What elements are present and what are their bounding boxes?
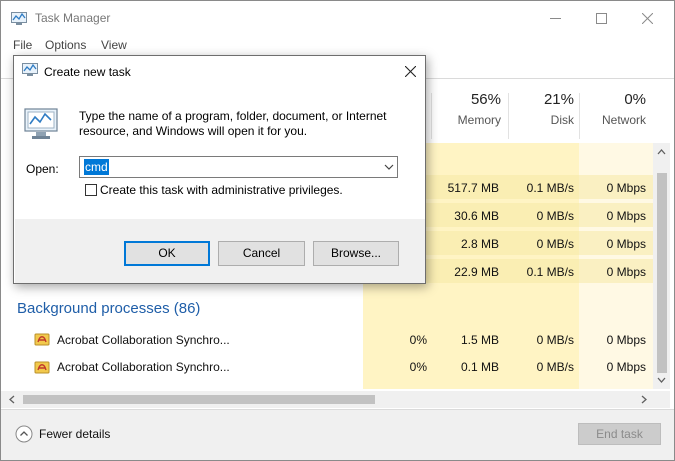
memory-cell: 517.7 MB [447, 181, 499, 195]
maximize-button[interactable] [578, 1, 624, 35]
memory-cell: 22.9 MB [454, 265, 499, 279]
cpu-cell: 0% [409, 360, 427, 374]
disk-percent: 21% [543, 91, 574, 108]
disk-cell: 0 MB/s [536, 237, 574, 251]
process-name[interactable]: Acrobat Collaboration Synchro... [57, 360, 230, 374]
footer: Fewer details End task [1, 409, 674, 460]
memory-label: Memory [457, 113, 501, 127]
close-icon [641, 12, 653, 24]
dialog-title: Create new task [44, 65, 131, 79]
run-icon [22, 63, 38, 81]
menu-bar: File Options View [1, 35, 674, 55]
window-title: Task Manager [35, 11, 111, 25]
disk-cell: 0 MB/s [536, 360, 574, 374]
task-manager-large-icon [24, 108, 58, 143]
close-icon [404, 65, 416, 77]
network-cell: 0 Mbps [606, 209, 646, 223]
acrobat-icon [34, 359, 50, 378]
admin-privileges-checkbox[interactable] [85, 184, 97, 196]
network-cell: 0 Mbps [606, 333, 646, 347]
dialog-description: Type the name of a program, folder, docu… [79, 109, 387, 138]
memory-cell: 30.6 MB [454, 209, 499, 223]
scroll-down-icon[interactable] [653, 373, 670, 387]
network-cell: 0 Mbps [606, 237, 646, 251]
open-input-value[interactable]: cmd [84, 159, 109, 175]
maximize-icon [595, 12, 607, 24]
create-new-task-dialog: Create new task Type the name of a progr… [13, 55, 426, 284]
network-cell: 0 Mbps [606, 360, 646, 374]
disk-cell: 0 MB/s [536, 209, 574, 223]
dialog-close-button[interactable] [398, 61, 422, 81]
title-bar: Task Manager [1, 1, 674, 35]
end-task-button[interactable]: End task [578, 423, 661, 445]
disk-label: Disk [550, 113, 574, 127]
network-cell: 0 Mbps [606, 265, 646, 279]
scroll-left-icon[interactable] [5, 391, 19, 408]
chevron-up-circle-icon [15, 425, 33, 443]
fewer-details-button[interactable]: Fewer details [15, 425, 110, 443]
memory-percent: 56% [470, 91, 501, 108]
ok-button[interactable]: OK [124, 241, 210, 266]
menu-file[interactable]: File [13, 38, 32, 52]
open-label: Open: [26, 162, 59, 176]
scroll-up-icon[interactable] [653, 145, 670, 159]
memory-cell: 0.1 MB [460, 360, 499, 374]
menu-options[interactable]: Options [45, 38, 86, 52]
task-manager-icon [11, 12, 27, 29]
disk-cell: 0 MB/s [536, 333, 574, 347]
fewer-details-label: Fewer details [39, 427, 111, 441]
memory-cell: 1.5 MB [460, 333, 499, 347]
cancel-button[interactable]: Cancel [218, 241, 305, 266]
column-header-memory[interactable]: 56% Memory [431, 91, 501, 127]
horizontal-scroll-thumb[interactable] [23, 395, 375, 404]
column-header-disk[interactable]: 21% Disk [508, 91, 574, 127]
cpu-cell: 0% [409, 333, 427, 347]
disk-cell: 0.1 MB/s [526, 265, 574, 279]
network-label: Network [601, 113, 646, 127]
minimize-icon [549, 17, 561, 19]
menu-view[interactable]: View [101, 38, 127, 52]
column-header-network[interactable]: 0% Network [579, 91, 646, 127]
admin-privileges-label[interactable]: Create this task with administrative pri… [100, 183, 343, 197]
task-manager-window: Task Manager File Options View 56% Memor… [0, 0, 675, 461]
background-processes-heading[interactable]: Background processes (86) [17, 300, 200, 317]
scroll-right-icon[interactable] [637, 391, 651, 408]
browse-button[interactable]: Browse... [313, 241, 399, 266]
network-cell: 0 Mbps [606, 181, 646, 195]
acrobat-icon [34, 331, 50, 350]
network-percent: 0% [624, 91, 646, 108]
chevron-down-icon[interactable] [384, 162, 394, 172]
close-button[interactable] [624, 1, 670, 35]
memory-cell: 2.8 MB [460, 237, 499, 251]
process-name[interactable]: Acrobat Collaboration Synchro... [57, 333, 230, 347]
open-combobox[interactable]: cmd [79, 156, 398, 178]
minimize-button[interactable] [532, 1, 578, 35]
disk-cell: 0.1 MB/s [526, 181, 574, 195]
vertical-scroll-thumb[interactable] [657, 173, 667, 373]
